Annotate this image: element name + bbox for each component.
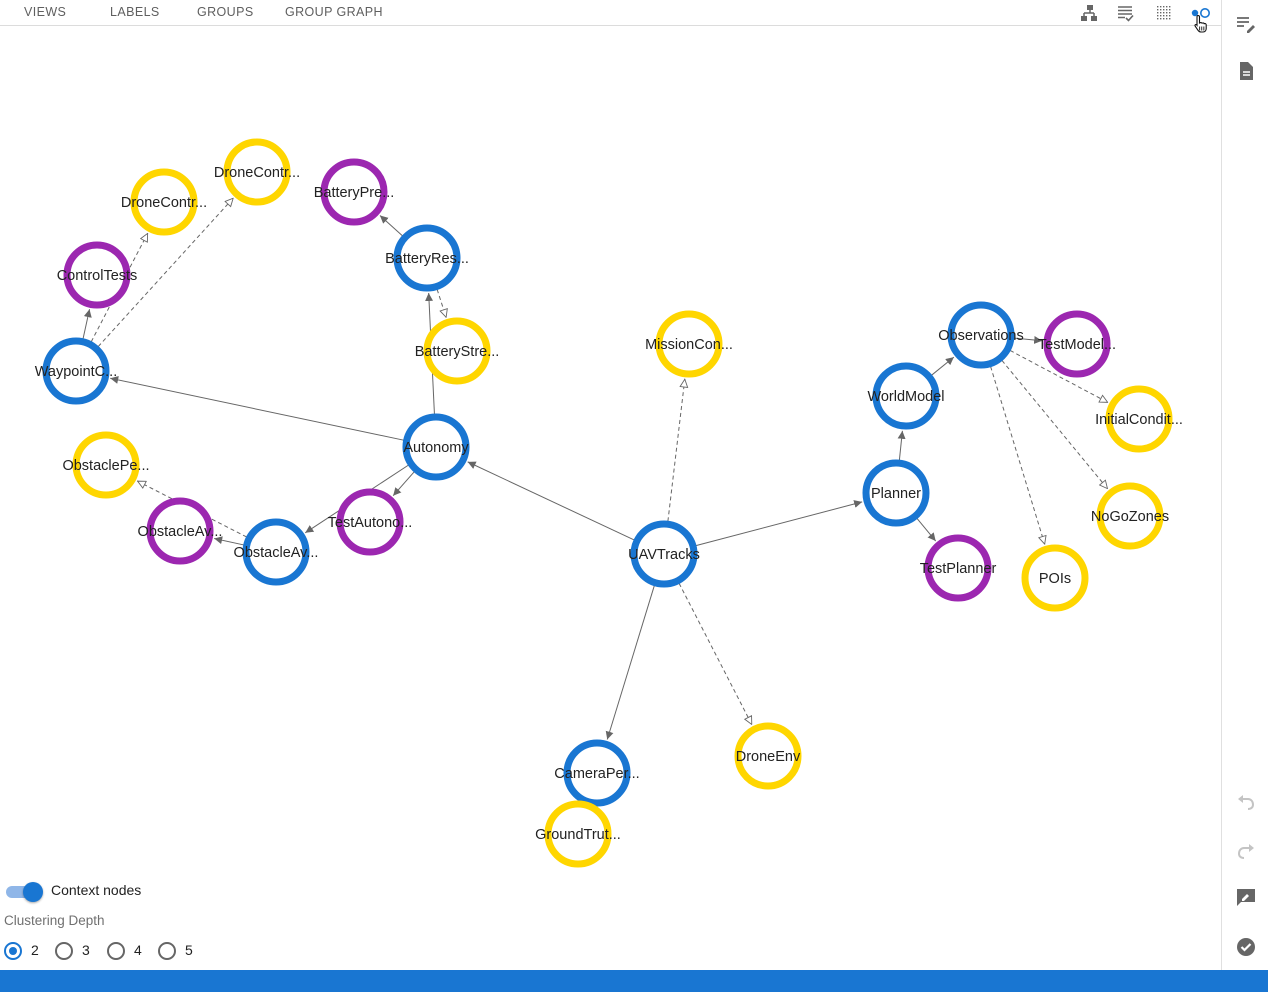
graph-node-batterystre[interactable]: BatteryStre... [415,317,500,385]
node-label: DroneContr... [214,165,300,181]
hierarchy-layout-icon[interactable] [1078,3,1100,23]
node-label: DroneEnv [736,749,801,765]
graph-edge-worldmodel-observations [931,356,955,376]
check-circle-icon[interactable] [1234,935,1258,959]
depth-radio-label: 4 [134,942,142,958]
node-label: GroundTrut... [535,827,621,843]
graph-edge-waypoint-controltests [82,309,92,339]
graph-node-dronecontr2[interactable]: DroneContr... [214,138,300,206]
graph-node-dronecontr1[interactable]: DroneContr... [121,168,207,236]
view-tab-bar: VIEWS LABELS GROUPS GROUP GRAPH [0,0,1221,33]
tab-labels[interactable]: LABELS [110,5,160,19]
graph-edge-uavtracks-autonomy [467,461,635,541]
tab-group-graph[interactable]: GROUP GRAPH [285,5,383,19]
depth-radio-label: 2 [31,942,39,958]
bottom-controls: Context nodes Clustering Depth 2 3 4 5 [0,876,300,970]
depth-radio-label: 5 [185,942,193,958]
grid-dots-icon[interactable] [1153,3,1175,23]
node-label: NoGoZones [1091,509,1169,525]
undo-icon[interactable] [1234,791,1258,815]
graph-edge-planner-worldmodel [897,430,906,461]
graph-node-testplanner[interactable]: TestPlanner [920,534,997,602]
graph-node-controltests[interactable]: ControlTests [57,241,138,309]
node-label: Autonomy [403,440,469,456]
node-label: ObstacleAv... [138,524,223,540]
graph-node-autonomy[interactable]: Autonomy [402,413,470,481]
node-label: TestAutono... [328,515,413,531]
list-check-icon[interactable] [1115,3,1137,23]
graph-edge-batteryres-batterystre [436,289,446,317]
node-label: Planner [871,486,921,502]
node-label: UAVTracks [628,547,700,563]
node-label: POIs [1039,571,1071,587]
node-label: InitialCondit... [1095,412,1183,428]
node-label: BatteryPre... [314,185,395,201]
node-label: ControlTests [57,268,138,284]
graph-node-testautono[interactable]: TestAutono... [328,488,413,556]
graph-edge-planner-testplanner [916,518,937,542]
graph-edge-uavtracks-droneenv [678,583,753,725]
graph-node-batteryres[interactable]: BatteryRes... [385,224,469,292]
node-label: ObstacleAv... [234,545,319,561]
node-label: WorldModel [867,389,944,405]
depth-radio-label: 3 [82,942,90,958]
graph-node-nogozones[interactable]: NoGoZones [1091,482,1169,550]
node-label: TestPlanner [920,561,997,577]
graph-node-observations[interactable]: Observations [938,301,1024,369]
graph-node-droneenv[interactable]: DroneEnv [734,722,802,790]
right-sidebar [1221,0,1268,970]
graph-node-initialcondit[interactable]: InitialCondit... [1095,385,1183,453]
clustering-depth-label: Clustering Depth [4,913,105,928]
graph-svg: UAVTracks Autonomy WaypointC... BatteryRes.… [35,138,1183,868]
graph-edge-uavtracks-missioncon [667,379,685,522]
context-nodes-label: Context nodes [51,882,142,898]
graph-node-planner[interactable]: Planner [862,459,930,527]
document-icon[interactable] [1234,59,1258,83]
node-label: MissionCon... [645,337,733,353]
edit-list-icon[interactable] [1234,12,1258,36]
graph-edge-batteryres-batterypre [379,215,403,237]
node-label: ObstaclePe... [62,458,149,474]
graph-node-obstaclepe[interactable]: ObstaclePe... [62,431,150,499]
graph-node-groundtrut[interactable]: GroundTrut... [535,800,621,868]
context-nodes-toggle[interactable] [6,882,43,902]
node-label: CameraPer... [554,766,639,782]
node-label: TestModel... [1038,337,1116,353]
graph-node-uavtracks[interactable]: UAVTracks [628,520,700,588]
graph-edge-observations-pois [990,366,1045,545]
feedback-icon[interactable] [1234,886,1258,910]
node-label: DroneContr... [121,195,207,211]
graph-node-cameraper[interactable]: CameraPer... [554,739,640,807]
graph-edge-uavtracks-cameraper [605,585,655,740]
graph-node-batterypre[interactable]: BatteryPre... [314,158,395,226]
graph-node-pois[interactable]: POIs [1021,544,1089,612]
node-label: Observations [938,328,1023,344]
graph-node-waypoint[interactable]: WaypointC... [35,337,117,405]
node-label: BatteryRes... [385,251,469,267]
graph-node-worldmodel[interactable]: WorldModel [867,362,945,430]
graph-canvas[interactable]: UAVTracks Autonomy WaypointC... BatteryRes.… [0,27,1221,970]
graph-node-missioncon[interactable]: MissionCon... [645,310,733,378]
redo-icon[interactable] [1234,840,1258,864]
status-bar [0,970,1268,992]
graph-node-obstacleav1[interactable]: ObstacleAv... [234,518,319,586]
graph-edge-autonomy-waypoint [110,375,404,441]
graph-edge-autonomy-testautono [392,471,415,497]
graph-node-obstacleav2[interactable]: ObstacleAv... [138,497,223,565]
graph-edge-uavtracks-planner [695,500,863,547]
tab-groups[interactable]: GROUPS [197,5,254,19]
graph-edge-observations-nogozones [1001,360,1109,489]
graph-node-testmodel[interactable]: TestModel... [1038,310,1116,378]
node-label: WaypointC... [35,364,117,380]
tab-views[interactable]: VIEWS [24,5,66,19]
node-label: BatteryStre... [415,344,500,360]
